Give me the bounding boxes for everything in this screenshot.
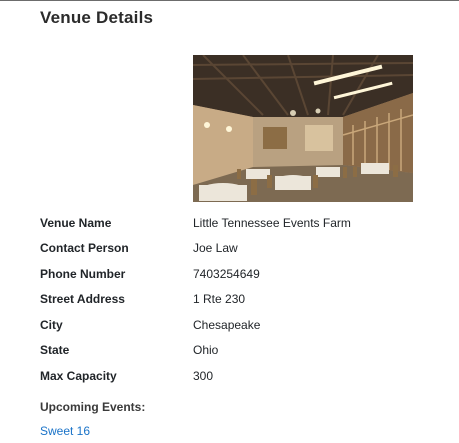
detail-row-state: State Ohio (40, 338, 440, 364)
venue-details-table: Venue Name Little Tennessee Events Farm … (40, 210, 440, 389)
top-divider (0, 0, 459, 1)
detail-row-venue-name: Venue Name Little Tennessee Events Farm (40, 210, 440, 236)
event-link-sweet-16[interactable]: Sweet 16 (40, 424, 90, 438)
upcoming-events-heading: Upcoming Events: (40, 400, 146, 414)
state-value: Ohio (193, 343, 219, 358)
contact-person-value: Joe Law (193, 241, 238, 256)
detail-row-max-capacity: Max Capacity 300 (40, 363, 440, 389)
street-address-label: Street Address (40, 292, 125, 307)
contact-person-label: Contact Person (40, 241, 129, 256)
max-capacity-label: Max Capacity (40, 368, 117, 383)
phone-number-label: Phone Number (40, 266, 126, 281)
detail-row-contact-person: Contact Person Joe Law (40, 236, 440, 262)
detail-row-city: City Chesapeake (40, 312, 440, 338)
venue-name-label: Venue Name (40, 215, 112, 230)
max-capacity-value: 300 (193, 368, 214, 383)
detail-row-phone-number: Phone Number 7403254649 (40, 261, 440, 287)
city-label: City (40, 317, 63, 332)
city-value: Chesapeake (193, 317, 261, 332)
phone-number-value: 7403254649 (193, 266, 260, 281)
street-address-value: 1 Rte 230 (193, 292, 246, 307)
venue-name-value: Little Tennessee Events Farm (193, 215, 351, 230)
state-label: State (40, 343, 70, 358)
detail-row-street-address: Street Address 1 Rte 230 (40, 287, 440, 313)
page-title: Venue Details (40, 8, 154, 27)
venue-photo (193, 55, 413, 202)
